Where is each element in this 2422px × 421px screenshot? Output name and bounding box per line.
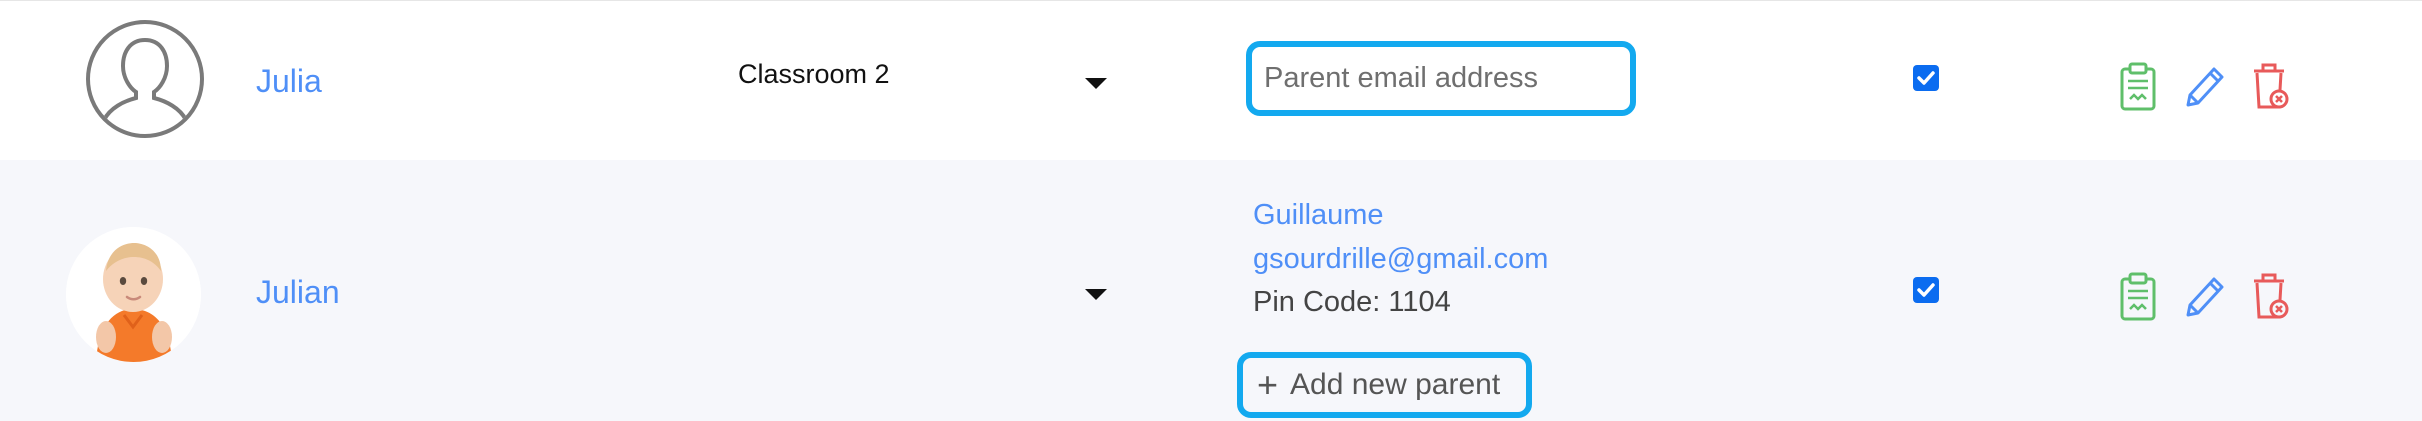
avatar[interactable]: [66, 227, 201, 362]
user-silhouette-icon: [102, 38, 188, 122]
add-new-parent-button[interactable]: + Add new parent: [1237, 352, 1532, 418]
clipboard-icon[interactable]: [2116, 61, 2160, 113]
trash-icon[interactable]: [2248, 271, 2292, 323]
child-photo: [66, 227, 201, 362]
child-name-link[interactable]: Julia: [256, 65, 322, 97]
enabled-checkbox[interactable]: [1913, 65, 1939, 91]
trash-icon[interactable]: [2248, 61, 2292, 113]
avatar[interactable]: [86, 20, 204, 138]
caret-down-icon[interactable]: [1085, 289, 1107, 300]
pencil-icon[interactable]: [2180, 271, 2224, 323]
parent-name-link[interactable]: Guillaume: [1253, 201, 1384, 230]
parent-email-input[interactable]: [1246, 41, 1636, 116]
clipboard-icon[interactable]: [2116, 271, 2160, 323]
child-row: [0, 160, 2422, 421]
classroom-select-value[interactable]: Classroom 2: [738, 61, 890, 88]
caret-down-icon[interactable]: [1085, 78, 1107, 89]
parent-email-link[interactable]: gsourdrille@gmail.com: [1253, 245, 1548, 274]
child-row: Julia Classroom 2: [0, 0, 2422, 161]
child-name-link[interactable]: Julian: [256, 276, 340, 308]
parent-pin-code: Pin Code: 1104: [1253, 286, 1451, 318]
add-new-parent-label: Add new parent: [1290, 368, 1501, 401]
pencil-icon[interactable]: [2180, 61, 2224, 113]
enabled-checkbox[interactable]: [1913, 277, 1939, 303]
plus-icon: +: [1257, 364, 1279, 405]
